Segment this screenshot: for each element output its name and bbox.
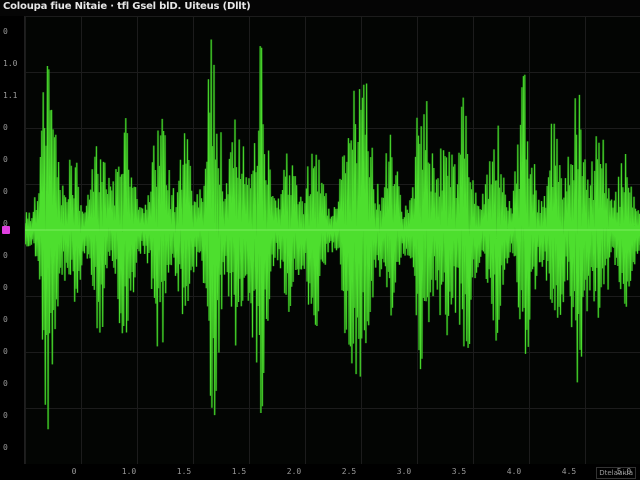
y-tick-label: 0 bbox=[3, 283, 8, 292]
x-tick-label: 2.0 bbox=[286, 467, 302, 476]
x-tick-label: 0 bbox=[71, 467, 77, 476]
x-tick-label: 2.5 bbox=[341, 467, 357, 476]
y-tick-label: 0 bbox=[3, 187, 8, 196]
y-tick-label: 0 bbox=[3, 27, 8, 36]
x-tick-label: 3.0 bbox=[396, 467, 412, 476]
x-tick-label: 1.5 bbox=[231, 467, 247, 476]
waveform-svg bbox=[25, 16, 640, 464]
y-tick-label: 1.1 bbox=[3, 91, 18, 100]
y-tick-label: 0 bbox=[3, 123, 8, 132]
x-tick-label: 4.5 bbox=[561, 467, 577, 476]
cursor-marker-icon[interactable] bbox=[2, 226, 10, 234]
y-tick-label: 0 bbox=[3, 411, 8, 420]
x-axis: 0 1.0 1.5 1.5 2.0 2.5 3.0 3.5 4.0 4.5 5.0 bbox=[24, 464, 640, 480]
y-tick-label: 0 bbox=[3, 155, 8, 164]
x-tick-label: 4.0 bbox=[506, 467, 522, 476]
waveform-trace bbox=[25, 39, 640, 430]
status-label: Dtelauiua bbox=[596, 467, 636, 479]
y-tick-label: 0 bbox=[3, 315, 8, 324]
y-tick-label: 0 bbox=[3, 251, 8, 260]
x-tick-label: 1.5 bbox=[176, 467, 192, 476]
y-tick-label: 0 bbox=[3, 443, 8, 452]
x-tick-label: 3.5 bbox=[451, 467, 467, 476]
y-tick-label: 1.0 bbox=[3, 59, 18, 68]
y-tick-label: 0 bbox=[3, 347, 8, 356]
window-title: Coloupa fiue Nitaie · tfl Gsel blD. Uite… bbox=[0, 0, 640, 16]
x-tick-label: 1.0 bbox=[121, 467, 137, 476]
y-axis: 0 1.0 1.1 0 0 0 0 0 0 0 0 0 0 0 bbox=[0, 16, 24, 464]
y-tick-label: 0 bbox=[3, 379, 8, 388]
waveform-display[interactable] bbox=[24, 16, 640, 464]
